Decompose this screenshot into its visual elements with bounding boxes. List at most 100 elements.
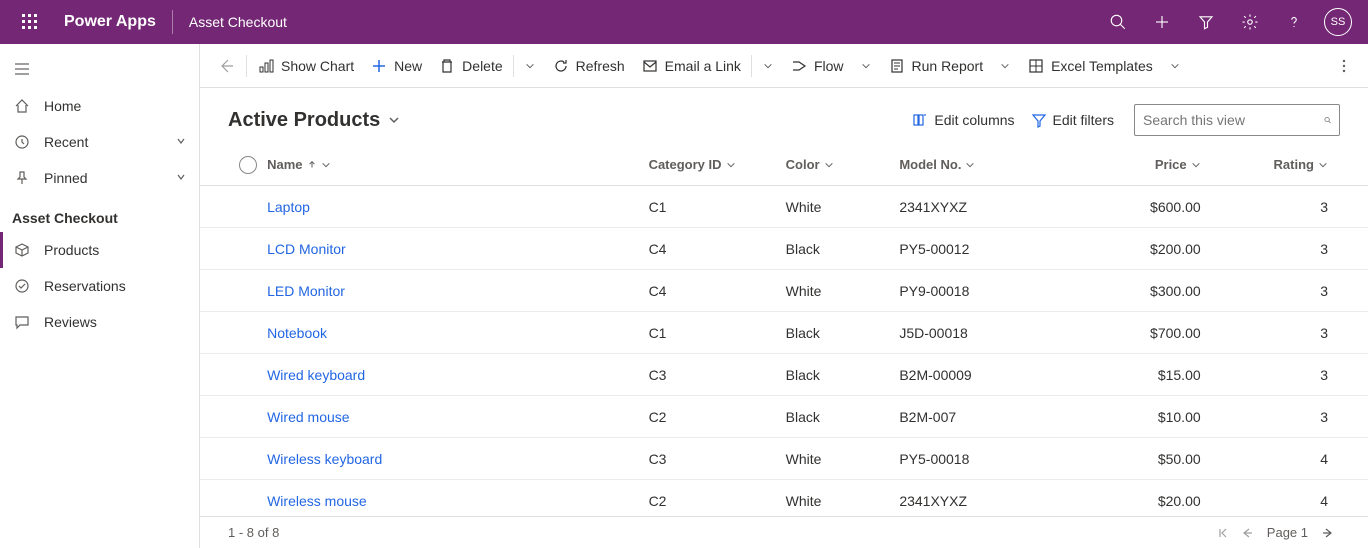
first-page-button[interactable] bbox=[1211, 521, 1235, 545]
table-row[interactable]: Wired keyboardC3BlackB2M-00009$15.003 bbox=[200, 354, 1368, 396]
cell-model: 2341XYXZ bbox=[899, 199, 1085, 215]
col-header-color[interactable]: Color bbox=[786, 157, 888, 172]
flow-dropdown[interactable] bbox=[852, 48, 880, 84]
view-selector[interactable]: Active Products bbox=[228, 109, 400, 132]
report-icon bbox=[888, 57, 906, 75]
cell-color: White bbox=[786, 493, 900, 509]
cell-model: 2341XYXZ bbox=[899, 493, 1085, 509]
mail-icon bbox=[641, 57, 659, 75]
record-link[interactable]: Wired keyboard bbox=[267, 367, 365, 383]
help-button[interactable] bbox=[1272, 0, 1316, 44]
waffle-icon bbox=[22, 14, 38, 30]
sidebar-item-reviews[interactable]: Reviews bbox=[0, 304, 199, 340]
record-link[interactable]: Laptop bbox=[267, 199, 310, 215]
col-header-price[interactable]: Price bbox=[1085, 157, 1200, 172]
cell-model: PY9-00018 bbox=[899, 283, 1085, 299]
cell-price: $15.00 bbox=[1085, 367, 1212, 383]
chevron-down-icon bbox=[175, 170, 187, 186]
delete-dropdown[interactable] bbox=[516, 48, 544, 84]
cell-category: C1 bbox=[649, 199, 786, 215]
cell-price: $600.00 bbox=[1085, 199, 1212, 215]
back-button[interactable] bbox=[208, 48, 244, 84]
sidebar-item-reservations[interactable]: Reservations bbox=[0, 268, 199, 304]
nav-home-label: Home bbox=[44, 98, 81, 114]
cell-rating: 4 bbox=[1213, 493, 1340, 509]
brand-label[interactable]: Power Apps bbox=[52, 13, 168, 31]
plus-icon bbox=[370, 57, 388, 75]
search-input[interactable] bbox=[1143, 112, 1324, 128]
select-all-checkbox[interactable] bbox=[239, 156, 257, 174]
run-report-button[interactable]: Run Report bbox=[880, 48, 992, 84]
excel-templates-button[interactable]: Excel Templates bbox=[1019, 48, 1161, 84]
app-launcher-button[interactable] bbox=[8, 0, 52, 44]
edit-filters-button[interactable]: Edit filters bbox=[1023, 106, 1122, 134]
flow-button[interactable]: Flow bbox=[782, 48, 852, 84]
email-dropdown[interactable] bbox=[754, 48, 782, 84]
record-link[interactable]: Wireless mouse bbox=[267, 493, 367, 509]
col-header-model[interactable]: Model No. bbox=[899, 157, 1073, 172]
excel-dropdown[interactable] bbox=[1161, 48, 1189, 84]
table-row[interactable]: Wireless keyboardC3WhitePY5-00018$50.004 bbox=[200, 438, 1368, 480]
record-link[interactable]: Wireless keyboard bbox=[267, 451, 382, 467]
col-header-rating[interactable]: Rating bbox=[1213, 157, 1328, 172]
arrow-up-icon bbox=[307, 160, 317, 170]
table-row[interactable]: NotebookC1BlackJ5D-00018$700.003 bbox=[200, 312, 1368, 354]
add-button[interactable] bbox=[1140, 0, 1184, 44]
clock-icon bbox=[12, 132, 32, 152]
settings-button[interactable] bbox=[1228, 0, 1272, 44]
overflow-button[interactable] bbox=[1328, 48, 1360, 84]
new-button[interactable]: New bbox=[362, 48, 430, 84]
nav-pinned[interactable]: Pinned bbox=[0, 160, 199, 196]
search-view-box[interactable] bbox=[1134, 104, 1340, 136]
cell-category: C1 bbox=[649, 325, 786, 341]
next-page-button[interactable] bbox=[1316, 521, 1340, 545]
sidebar-toggle-button[interactable] bbox=[0, 50, 44, 88]
email-link-button[interactable]: Email a Link bbox=[633, 48, 749, 84]
cell-model: B2M-007 bbox=[899, 409, 1085, 425]
pin-icon bbox=[12, 168, 32, 188]
chevron-down-icon bbox=[321, 160, 331, 170]
sidebar-item-label: Reservations bbox=[44, 278, 126, 294]
col-header-name[interactable]: Name bbox=[267, 157, 636, 172]
delete-button[interactable]: Delete bbox=[430, 48, 510, 84]
record-link[interactable]: Notebook bbox=[267, 325, 327, 341]
cell-color: Black bbox=[786, 241, 900, 257]
search-icon bbox=[1324, 112, 1331, 128]
table-row[interactable]: LaptopC1White2341XYXZ$600.003 bbox=[200, 186, 1368, 228]
table-row[interactable]: Wireless mouseC2White2341XYXZ$20.004 bbox=[200, 480, 1368, 516]
table-row[interactable]: LCD MonitorC4BlackPY5-00012$200.003 bbox=[200, 228, 1368, 270]
hamburger-icon bbox=[14, 61, 30, 77]
funnel-icon bbox=[1197, 13, 1215, 31]
prev-page-button[interactable] bbox=[1235, 521, 1259, 545]
table-row[interactable]: Wired mouseC2BlackB2M-007$10.003 bbox=[200, 396, 1368, 438]
search-button[interactable] bbox=[1096, 0, 1140, 44]
filter-button[interactable] bbox=[1184, 0, 1228, 44]
sidebar: Home Recent Pinned Asset Checkout Produc… bbox=[0, 44, 200, 548]
edit-columns-icon bbox=[912, 112, 928, 128]
show-chart-button[interactable]: Show Chart bbox=[249, 48, 362, 84]
cell-model: J5D-00018 bbox=[899, 325, 1085, 341]
record-link[interactable]: LED Monitor bbox=[267, 283, 345, 299]
chart-icon bbox=[257, 57, 275, 75]
excel-icon bbox=[1027, 57, 1045, 75]
cell-price: $700.00 bbox=[1085, 325, 1212, 341]
nav-recent[interactable]: Recent bbox=[0, 124, 199, 160]
cell-color: Black bbox=[786, 325, 900, 341]
app-name-label[interactable]: Asset Checkout bbox=[177, 14, 299, 30]
refresh-button[interactable]: Refresh bbox=[544, 48, 633, 84]
edit-columns-button[interactable]: Edit columns bbox=[904, 106, 1022, 134]
user-avatar[interactable]: SS bbox=[1324, 8, 1352, 36]
nav-home[interactable]: Home bbox=[0, 88, 199, 124]
sidebar-section-label: Asset Checkout bbox=[0, 196, 199, 232]
chevron-down-icon bbox=[1191, 160, 1201, 170]
sidebar-item-products[interactable]: Products bbox=[0, 232, 199, 268]
cell-color: Black bbox=[786, 367, 900, 383]
col-header-category[interactable]: Category ID bbox=[649, 157, 774, 172]
sidebar-item-label: Reviews bbox=[44, 314, 97, 330]
sidebar-item-label: Products bbox=[44, 242, 99, 258]
record-link[interactable]: Wired mouse bbox=[267, 409, 349, 425]
table-row[interactable]: LED MonitorC4WhitePY9-00018$300.003 bbox=[200, 270, 1368, 312]
run-report-dropdown[interactable] bbox=[991, 48, 1019, 84]
cell-rating: 3 bbox=[1213, 199, 1340, 215]
record-link[interactable]: LCD Monitor bbox=[267, 241, 346, 257]
